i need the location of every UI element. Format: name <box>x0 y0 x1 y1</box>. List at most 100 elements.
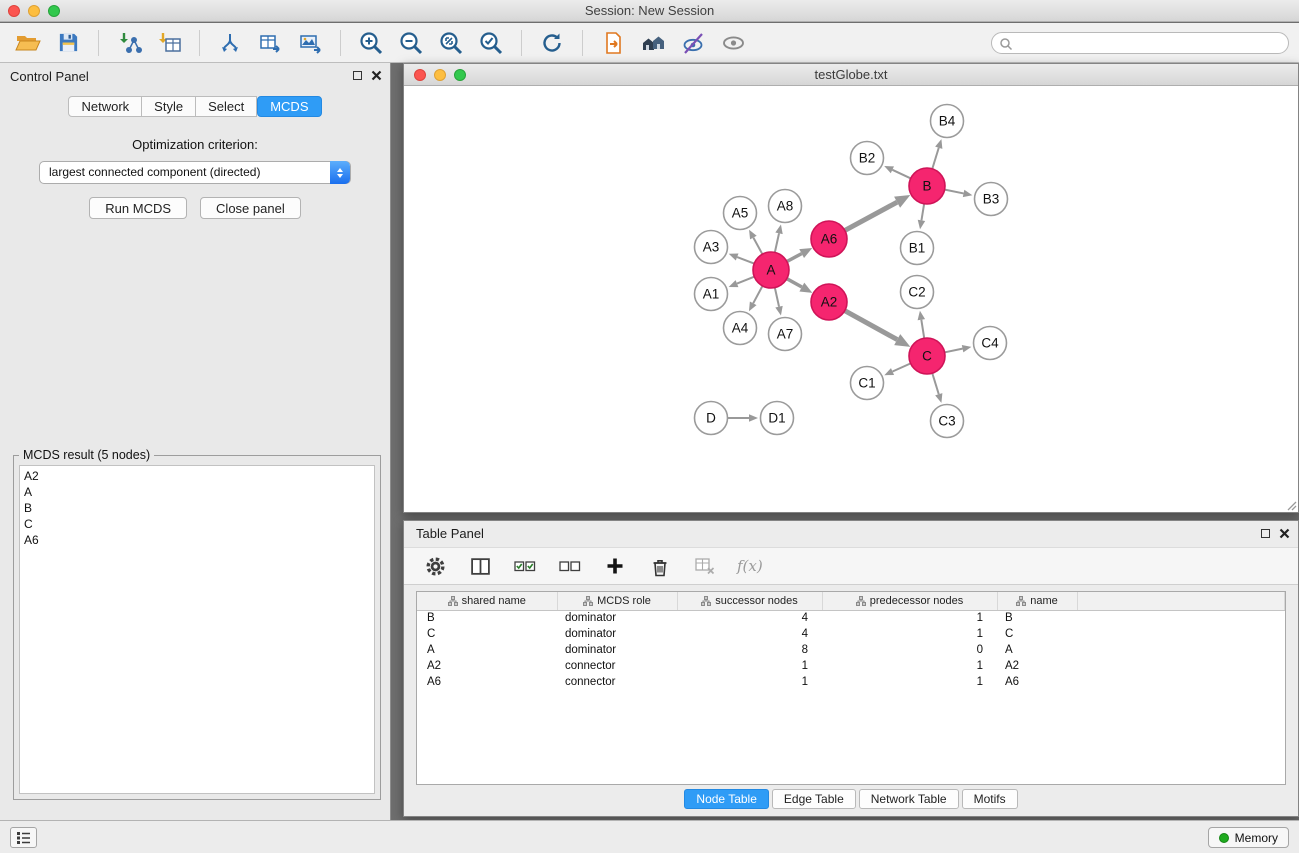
minimize-window-button[interactable] <box>28 5 40 17</box>
graph-node-C3[interactable]: C3 <box>931 405 964 438</box>
add-column-button[interactable] <box>602 553 628 579</box>
zoom-fit-button[interactable] <box>433 27 469 59</box>
zoom-in-button[interactable] <box>353 27 389 59</box>
deselect-all-button[interactable] <box>557 553 583 579</box>
table-row[interactable]: A6connector11A6 <box>417 674 1285 690</box>
graph-node-B[interactable]: B <box>909 168 945 204</box>
graph-node-A4[interactable]: A4 <box>724 312 757 345</box>
table-row[interactable]: A2connector11A2 <box>417 658 1285 674</box>
network-canvas[interactable]: B4B2BB3A5A8A6B1A3AC2A1A2A4A7C4CC1DD1C3 <box>404 87 1298 512</box>
graph-edge-A-A4[interactable] <box>753 285 763 303</box>
column-header-predecessor-nodes[interactable]: predecessor nodes <box>822 592 997 610</box>
network-close-button[interactable] <box>414 69 426 81</box>
table-row[interactable]: Cdominator41C <box>417 626 1285 642</box>
mcds-result-list[interactable]: A2ABCA6 <box>19 465 375 794</box>
table-settings-button[interactable] <box>422 553 448 579</box>
panel-list-button[interactable] <box>10 827 37 848</box>
graph-edge-A-A7[interactable] <box>775 287 779 307</box>
function-builder-button[interactable]: f(x) <box>737 553 763 579</box>
select-all-button[interactable] <box>512 553 538 579</box>
save-session-button[interactable] <box>50 27 86 59</box>
graph-edge-A-A8[interactable] <box>775 233 779 253</box>
graph-edge-A2-C[interactable] <box>844 310 897 339</box>
graph-edge-A-A6[interactable] <box>786 254 802 262</box>
refresh-button[interactable] <box>534 27 570 59</box>
memory-button[interactable]: Memory <box>1208 827 1289 848</box>
graph-node-B3[interactable]: B3 <box>975 183 1008 216</box>
graph-node-A2[interactable]: A2 <box>811 284 847 320</box>
graph-node-A[interactable]: A <box>753 252 789 288</box>
graph-edge-C-C3[interactable] <box>932 372 939 394</box>
graphics-details-button[interactable] <box>675 27 711 59</box>
network-zoom-button[interactable] <box>454 69 466 81</box>
column-selector-button[interactable] <box>467 553 493 579</box>
graph-node-A7[interactable]: A7 <box>769 318 802 351</box>
tab-edge-table[interactable]: Edge Table <box>772 789 856 809</box>
graph-edge-A-A3[interactable] <box>737 257 755 264</box>
column-header-successor-nodes[interactable]: successor nodes <box>677 592 822 610</box>
tab-node-table[interactable]: Node Table <box>684 789 769 809</box>
run-mcds-button[interactable]: Run MCDS <box>89 197 187 219</box>
mcds-result-item[interactable]: C <box>24 516 370 532</box>
graph-node-C4[interactable]: C4 <box>974 327 1007 360</box>
graph-edge-C-C4[interactable] <box>944 349 963 353</box>
search-input[interactable] <box>1016 36 1276 50</box>
tab-network[interactable]: Network <box>68 96 142 117</box>
zoom-window-button[interactable] <box>48 5 60 17</box>
delete-column-button[interactable] <box>647 553 673 579</box>
float-panel-button[interactable] <box>353 71 362 80</box>
close-panel-icon[interactable] <box>371 70 382 81</box>
graph-node-D1[interactable]: D1 <box>761 402 794 435</box>
graph-node-C[interactable]: C <box>909 338 945 374</box>
mcds-result-item[interactable]: B <box>24 500 370 516</box>
mcds-result-item[interactable]: A <box>24 484 370 500</box>
zoom-selected-button[interactable] <box>473 27 509 59</box>
network-minimize-button[interactable] <box>434 69 446 81</box>
graph-node-C1[interactable]: C1 <box>851 367 884 400</box>
graph-node-A1[interactable]: A1 <box>695 278 728 311</box>
graph-node-B2[interactable]: B2 <box>851 142 884 175</box>
column-header-mcds-role[interactable]: MCDS role <box>557 592 677 610</box>
column-header-shared-name[interactable]: shared name <box>417 592 557 610</box>
graph-node-C2[interactable]: C2 <box>901 276 934 309</box>
close-table-panel-icon[interactable] <box>1279 528 1290 539</box>
import-network-file-button[interactable] <box>111 27 147 59</box>
open-session-button[interactable] <box>10 27 46 59</box>
tab-style[interactable]: Style <box>142 96 196 117</box>
table-row[interactable]: Bdominator41B <box>417 610 1285 626</box>
table-row[interactable]: Adominator80A <box>417 642 1285 658</box>
zoom-out-button[interactable] <box>393 27 429 59</box>
graph-edge-C-C1[interactable] <box>893 363 912 372</box>
import-table-file-button[interactable] <box>151 27 187 59</box>
graph-edge-C-C2[interactable] <box>921 320 924 340</box>
export-table-button[interactable] <box>252 27 288 59</box>
mcds-result-item[interactable]: A2 <box>24 468 370 484</box>
resize-handle[interactable] <box>1286 500 1297 511</box>
close-window-button[interactable] <box>8 5 20 17</box>
float-table-panel-button[interactable] <box>1261 529 1270 538</box>
graph-edge-A-A5[interactable] <box>753 238 763 255</box>
new-network-button[interactable] <box>212 27 248 59</box>
graph-edge-A-A1[interactable] <box>737 276 755 283</box>
tab-network-table[interactable]: Network Table <box>859 789 959 809</box>
tab-mcds[interactable]: MCDS <box>257 96 321 117</box>
export-image-button[interactable] <box>292 27 328 59</box>
tab-select[interactable]: Select <box>196 96 257 117</box>
graph-edge-A-A2[interactable] <box>786 278 802 287</box>
graph-node-B4[interactable]: B4 <box>931 105 964 138</box>
close-mcds-panel-button[interactable]: Close panel <box>200 197 301 219</box>
mcds-result-item[interactable]: A6 <box>24 532 370 548</box>
graph-node-B1[interactable]: B1 <box>901 232 934 265</box>
tab-motifs[interactable]: Motifs <box>962 789 1018 809</box>
graph-node-A3[interactable]: A3 <box>695 231 728 264</box>
graph-edge-B-B4[interactable] <box>932 148 939 170</box>
criterion-dropdown[interactable]: largest connected component (directed) <box>39 161 351 184</box>
column-header-name[interactable]: name <box>997 592 1077 610</box>
graph-edge-A6-B[interactable] <box>844 202 897 231</box>
document-export-button[interactable] <box>595 27 631 59</box>
graph-edge-B-B3[interactable] <box>944 189 964 193</box>
graph-edge-B-B1[interactable] <box>921 203 924 221</box>
graph-node-A6[interactable]: A6 <box>811 221 847 257</box>
graph-node-A5[interactable]: A5 <box>724 197 757 230</box>
home-network-button[interactable] <box>635 27 671 59</box>
